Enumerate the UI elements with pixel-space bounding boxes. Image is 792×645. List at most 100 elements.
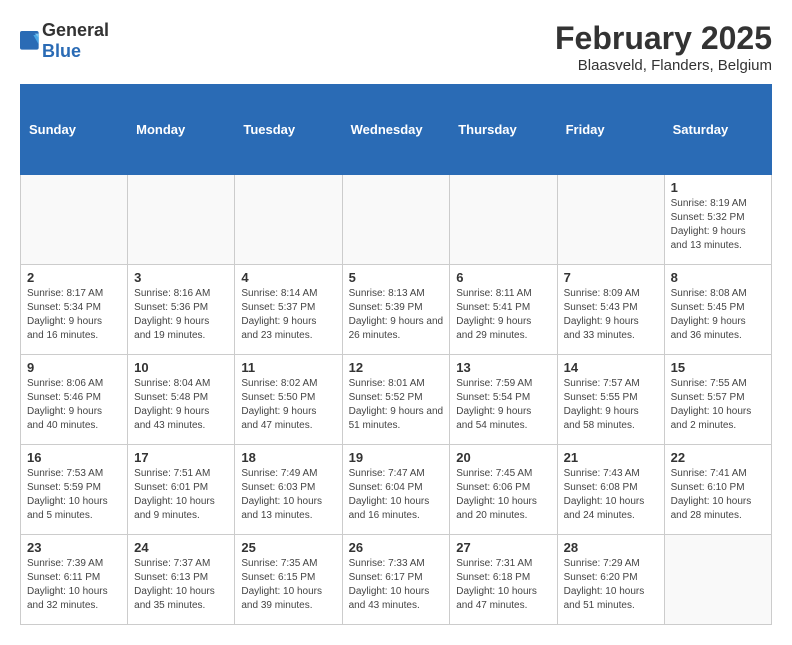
calendar-cell: 24 Sunrise: 7:37 AM Sunset: 6:13 PM Dayli…: [128, 535, 235, 625]
calendar-cell: 7 Sunrise: 8:09 AM Sunset: 5:43 PM Daylig…: [557, 265, 664, 355]
calendar-cell: 19 Sunrise: 7:47 AM Sunset: 6:04 PM Dayli…: [342, 445, 450, 535]
day-number: 23: [27, 540, 121, 555]
day-number: 13: [456, 360, 550, 375]
day-info: Sunrise: 7:35 AM Sunset: 6:15 PM Dayligh…: [241, 557, 335, 613]
calendar-cell: 14 Sunrise: 7:57 AM Sunset: 5:55 PM Dayli…: [557, 355, 664, 445]
day-info: Sunrise: 8:04 AM Sunset: 5:48 PM Dayligh…: [134, 377, 228, 433]
day-info: Sunrise: 7:49 AM Sunset: 6:03 PM Dayligh…: [241, 467, 335, 523]
logo-icon: [20, 31, 40, 51]
calendar-cell: 9Sunrise: 8:06 AM Sunset: 5:46 PM Daylig…: [21, 355, 128, 445]
day-info: Sunrise: 7:39 AM Sunset: 6:11 PM Dayligh…: [27, 557, 121, 613]
day-info: Sunrise: 8:01 AM Sunset: 5:52 PM Dayligh…: [349, 377, 444, 433]
calendar-cell: 18 Sunrise: 7:49 AM Sunset: 6:03 PM Dayli…: [235, 445, 342, 535]
calendar-cell: 27 Sunrise: 7:31 AM Sunset: 6:18 PM Dayli…: [450, 535, 557, 625]
day-info: Sunrise: 8:17 AM Sunset: 5:34 PM Dayligh…: [27, 287, 121, 343]
day-number: 15: [671, 360, 765, 375]
day-info: Sunrise: 7:51 AM Sunset: 6:01 PM Dayligh…: [134, 467, 228, 523]
calendar-cell: [664, 535, 771, 625]
day-of-week-header: Thursday: [450, 85, 557, 175]
calendar-cell: 11Sunrise: 8:02 AM Sunset: 5:50 PM Dayli…: [235, 355, 342, 445]
day-number: 24: [134, 540, 228, 555]
day-info: Sunrise: 7:53 AM Sunset: 5:59 PM Dayligh…: [27, 467, 121, 523]
calendar-week-row: 23 Sunrise: 7:39 AM Sunset: 6:11 PM Dayli…: [21, 535, 772, 625]
day-info: Sunrise: 8:16 AM Sunset: 5:36 PM Dayligh…: [134, 287, 228, 343]
calendar-week-row: 16 Sunrise: 7:53 AM Sunset: 5:59 PM Dayli…: [21, 445, 772, 535]
day-number: 26: [349, 540, 444, 555]
calendar-cell: 17 Sunrise: 7:51 AM Sunset: 6:01 PM Dayli…: [128, 445, 235, 535]
day-info: Sunrise: 8:14 AM Sunset: 5:37 PM Dayligh…: [241, 287, 335, 343]
calendar-cell: 20 Sunrise: 7:45 AM Sunset: 6:06 PM Dayli…: [450, 445, 557, 535]
day-info: Sunrise: 7:45 AM Sunset: 6:06 PM Dayligh…: [456, 467, 550, 523]
day-info: Sunrise: 7:43 AM Sunset: 6:08 PM Dayligh…: [564, 467, 658, 523]
calendar-cell: 10 Sunrise: 8:04 AM Sunset: 5:48 PM Dayli…: [128, 355, 235, 445]
day-number: 25: [241, 540, 335, 555]
logo: General Blue: [20, 20, 109, 62]
day-number: 2: [27, 270, 121, 285]
day-of-week-header: Saturday: [664, 85, 771, 175]
day-number: 5: [349, 270, 444, 285]
day-info: Sunrise: 7:33 AM Sunset: 6:17 PM Dayligh…: [349, 557, 444, 613]
day-number: 14: [564, 360, 658, 375]
day-info: Sunrise: 8:13 AM Sunset: 5:39 PM Dayligh…: [349, 287, 444, 343]
day-number: 8: [671, 270, 765, 285]
calendar-cell: [235, 175, 342, 265]
calendar-cell: [557, 175, 664, 265]
calendar-cell: 25 Sunrise: 7:35 AM Sunset: 6:15 PM Dayli…: [235, 535, 342, 625]
day-number: 10: [134, 360, 228, 375]
day-number: 18: [241, 450, 335, 465]
day-number: 21: [564, 450, 658, 465]
day-number: 11: [241, 360, 335, 375]
calendar-cell: 16 Sunrise: 7:53 AM Sunset: 5:59 PM Dayli…: [21, 445, 128, 535]
day-number: 16: [27, 450, 121, 465]
day-of-week-header: Wednesday: [342, 85, 450, 175]
calendar-week-row: 2 Sunrise: 8:17 AM Sunset: 5:34 PM Daylig…: [21, 265, 772, 355]
day-number: 6: [456, 270, 550, 285]
day-info: Sunrise: 8:11 AM Sunset: 5:41 PM Dayligh…: [456, 287, 550, 343]
day-of-week-header: Tuesday: [235, 85, 342, 175]
calendar-week-row: 1Sunrise: 8:19 AM Sunset: 5:32 PM Daylig…: [21, 175, 772, 265]
calendar-cell: [342, 175, 450, 265]
day-number: 7: [564, 270, 658, 285]
day-info: Sunrise: 7:37 AM Sunset: 6:13 PM Dayligh…: [134, 557, 228, 613]
calendar-cell: 3 Sunrise: 8:16 AM Sunset: 5:36 PM Daylig…: [128, 265, 235, 355]
page-header: General Blue February 2025 Blaasveld, Fl…: [20, 20, 772, 74]
calendar-cell: 12 Sunrise: 8:01 AM Sunset: 5:52 PM Dayli…: [342, 355, 450, 445]
day-number: 20: [456, 450, 550, 465]
calendar-cell: 4 Sunrise: 8:14 AM Sunset: 5:37 PM Daylig…: [235, 265, 342, 355]
calendar-cell: 15 Sunrise: 7:55 AM Sunset: 5:57 PM Dayli…: [664, 355, 771, 445]
day-info: Sunrise: 7:31 AM Sunset: 6:18 PM Dayligh…: [456, 557, 550, 613]
day-number: 28: [564, 540, 658, 555]
calendar-header-row: SundayMondayTuesdayWednesdayThursdayFrid…: [21, 85, 772, 175]
calendar-cell: 28 Sunrise: 7:29 AM Sunset: 6:20 PM Dayli…: [557, 535, 664, 625]
day-info: Sunrise: 7:47 AM Sunset: 6:04 PM Dayligh…: [349, 467, 444, 523]
location-title: Blaasveld, Flanders, Belgium: [555, 57, 772, 74]
calendar-cell: 26 Sunrise: 7:33 AM Sunset: 6:17 PM Dayli…: [342, 535, 450, 625]
day-number: 4: [241, 270, 335, 285]
calendar-cell: 8Sunrise: 8:08 AM Sunset: 5:45 PM Daylig…: [664, 265, 771, 355]
day-number: 12: [349, 360, 444, 375]
logo-blue-text: Blue: [42, 41, 109, 62]
day-number: 17: [134, 450, 228, 465]
day-number: 22: [671, 450, 765, 465]
day-info: Sunrise: 7:57 AM Sunset: 5:55 PM Dayligh…: [564, 377, 658, 433]
day-info: Sunrise: 8:09 AM Sunset: 5:43 PM Dayligh…: [564, 287, 658, 343]
calendar-week-row: 9Sunrise: 8:06 AM Sunset: 5:46 PM Daylig…: [21, 355, 772, 445]
day-number: 19: [349, 450, 444, 465]
day-info: Sunrise: 7:55 AM Sunset: 5:57 PM Dayligh…: [671, 377, 765, 433]
calendar-cell: [21, 175, 128, 265]
title-block: February 2025 Blaasveld, Flanders, Belgi…: [555, 20, 772, 74]
day-of-week-header: Friday: [557, 85, 664, 175]
day-of-week-header: Sunday: [21, 85, 128, 175]
day-info: Sunrise: 8:06 AM Sunset: 5:46 PM Dayligh…: [27, 377, 121, 433]
day-info: Sunrise: 7:29 AM Sunset: 6:20 PM Dayligh…: [564, 557, 658, 613]
calendar-cell: 2 Sunrise: 8:17 AM Sunset: 5:34 PM Daylig…: [21, 265, 128, 355]
day-number: 27: [456, 540, 550, 555]
calendar-table: SundayMondayTuesdayWednesdayThursdayFrid…: [20, 84, 772, 625]
day-number: 3: [134, 270, 228, 285]
day-of-week-header: Monday: [128, 85, 235, 175]
day-number: 1: [671, 180, 765, 195]
logo-general-text: General: [42, 20, 109, 41]
calendar-cell: 1Sunrise: 8:19 AM Sunset: 5:32 PM Daylig…: [664, 175, 771, 265]
calendar-cell: 13Sunrise: 7:59 AM Sunset: 5:54 PM Dayli…: [450, 355, 557, 445]
calendar-cell: 5 Sunrise: 8:13 AM Sunset: 5:39 PM Daylig…: [342, 265, 450, 355]
